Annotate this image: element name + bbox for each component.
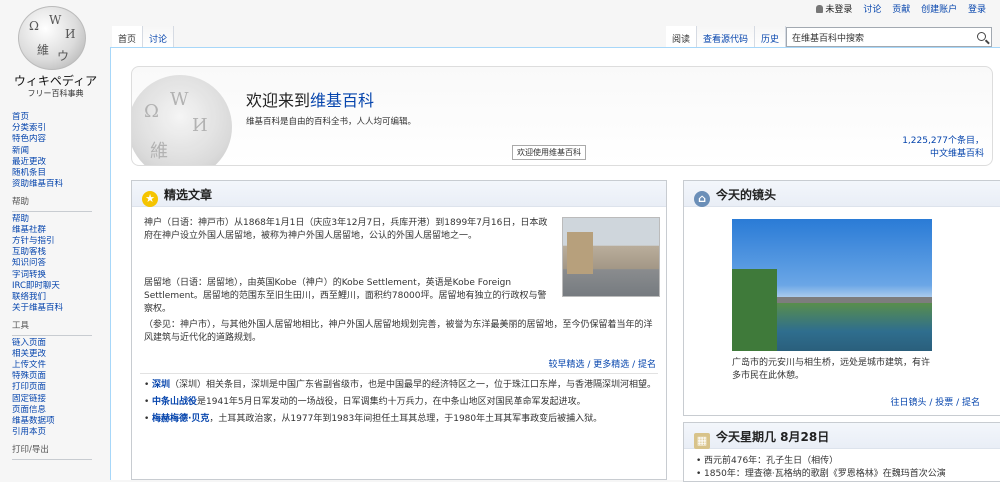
- globe-watermark-icon: Ω W И 維: [132, 75, 232, 165]
- sidebar-item[interactable]: 页面信息: [12, 405, 110, 416]
- sidebar-item[interactable]: 帮助: [12, 214, 110, 225]
- list-item-link[interactable]: 中条山战役: [152, 397, 197, 407]
- sidebar-item[interactable]: 资助维基百科: [12, 179, 110, 190]
- featured-paragraph-2: 居留地（日语：居留地），由英国Kobe（神户）的Kobe Settlement，…: [144, 278, 547, 314]
- divider: [140, 373, 658, 374]
- picture-more-links[interactable]: 往日镜头 / 投票 / 提名: [890, 395, 980, 408]
- wikipedia-logo[interactable]: Ω W И 維 ウ ウィキペディア フリー百科事典: [0, 0, 110, 100]
- featured-paragraph-3: （参见：神户市），与其他外国人居留地相比，神户外国人居留地规划完善，被誉为东洋最…: [144, 320, 653, 343]
- sidebar: 首页 分类索引 特色内容 新闻 最近更改 随机条目 资助维基百科 帮助 帮助 维…: [0, 112, 110, 462]
- user-status: 未登录: [825, 5, 853, 15]
- login-link[interactable]: 登录: [968, 5, 986, 15]
- tab-talk[interactable]: 讨论: [143, 26, 175, 48]
- article-stats: 1,225,277个条目， 中文维基百科: [902, 135, 984, 161]
- list-item-text: ，土耳其政治家，从1977年到1983年间担任土耳其总理，于1980年土耳其军事…: [209, 414, 603, 424]
- sidebar-item[interactable]: 随机条目: [12, 168, 110, 179]
- list-item-text: 是1941年5月日军发动的一场战役，日军调集约十万兵力，在中条山地区对国民革命军…: [197, 397, 586, 407]
- tab-history[interactable]: 历史: [755, 26, 787, 48]
- search-icon[interactable]: [977, 32, 986, 41]
- logo-wordmark: ウィキペディア: [13, 74, 98, 88]
- welcome-heading: 欢迎来到维基百科: [246, 87, 374, 111]
- contributions-link[interactable]: 贡献: [892, 5, 910, 15]
- onthisday-list: 西元前476年：孔子生日（相传） 1850年：理查德·瓦格纳的歌剧《罗恩格林》在…: [696, 455, 996, 481]
- namespace-tabs: 首页 讨论: [112, 26, 175, 48]
- sidebar-item[interactable]: 相关更改: [12, 349, 110, 360]
- sidebar-section-tools: 工具: [12, 321, 110, 335]
- picture-of-day-box: ⌂ 今天的镜头 广岛市的元安川与相生桥，远处是城市建筑，有许多市民在此休憩。 往日…: [683, 180, 1000, 416]
- featured-title: 精选文章: [164, 188, 213, 202]
- sidebar-item[interactable]: 分类索引: [12, 123, 110, 134]
- sidebar-item[interactable]: 互助客栈: [12, 247, 110, 258]
- list-item: 梅赫梅德·贝克，土耳其政治家，从1977年到1983年间担任土耳其总理，于198…: [144, 413, 659, 426]
- onthisday-header: ▦ 今天星期几 8月28日: [684, 423, 1000, 449]
- view-tabs: 阅读 查看源代码 历史: [666, 26, 787, 48]
- list-item: 深圳（深圳）相关条目，深圳是中国广东省副省级市，也是中国最早的经济特区之一，位于…: [144, 379, 659, 392]
- featured-more-links[interactable]: 较早精选 / 更多精选 / 提名: [548, 357, 656, 370]
- calendar-icon: ▦: [694, 433, 710, 449]
- featured-header: ★ 精选文章: [132, 181, 666, 207]
- sidebar-item[interactable]: 首页: [12, 112, 110, 123]
- user-icon: [816, 5, 824, 13]
- list-item-link[interactable]: 深圳: [152, 380, 170, 390]
- sidebar-item[interactable]: 特殊页面: [12, 371, 110, 382]
- tab-view-source[interactable]: 查看源代码: [697, 26, 756, 48]
- landmark-icon: ⌂: [694, 191, 710, 207]
- sidebar-item[interactable]: 上传文件: [12, 360, 110, 371]
- featured-list: 深圳（深圳）相关条目，深圳是中国广东省副省级市，也是中国最早的经济特区之一，位于…: [144, 379, 659, 430]
- picture-of-day-image[interactable]: [732, 219, 932, 351]
- tab-main-page[interactable]: 首页: [112, 26, 144, 48]
- sidebar-item[interactable]: IRC即时聊天: [12, 281, 110, 292]
- main-content: Ω W И 維 欢迎来到维基百科 维基百科是自由的百科全书，人人均可编辑。 欢迎…: [110, 47, 1000, 482]
- article-count[interactable]: 1,225,277个条目，: [902, 135, 984, 148]
- sidebar-item[interactable]: 特色内容: [12, 134, 110, 145]
- featured-paragraph-1: 神户（日语：神戸市）从1868年1月1日（庆应3年12月7日，兵库开港）到189…: [144, 218, 548, 241]
- create-account-link[interactable]: 创建账户: [921, 5, 957, 15]
- sidebar-item[interactable]: 链入页面: [12, 338, 110, 349]
- welcome-subtitle: 维基百科是自由的百科全书，人人均可编辑。: [246, 117, 417, 127]
- picture-title: 今天的镜头: [716, 188, 777, 202]
- list-item-text: （深圳）相关条目，深圳是中国广东省副省级市，也是中国最早的经济特区之一，位于珠江…: [170, 380, 657, 390]
- sidebar-item[interactable]: 方针与指引: [12, 236, 110, 247]
- sidebar-item[interactable]: 引用本页: [12, 427, 110, 438]
- sidebar-item[interactable]: 维基社群: [12, 225, 110, 236]
- logo-tagline: フリー百科事典: [27, 89, 84, 98]
- featured-article-box: ★ 精选文章 神户（日语：神戸市）从1868年1月1日（庆应3年12月7日，兵库开…: [131, 180, 667, 480]
- sidebar-item[interactable]: 最近更改: [12, 157, 110, 168]
- personal-tools: 未登录 讨论 贡献 创建账户 登录: [816, 2, 986, 15]
- list-item: 西元前476年：孔子生日（相传）: [696, 455, 996, 468]
- sidebar-item[interactable]: 维基数据项: [12, 416, 110, 427]
- welcome-banner: Ω W И 維 欢迎来到维基百科 维基百科是自由的百科全书，人人均可编辑。 欢迎…: [131, 66, 993, 166]
- star-icon: ★: [142, 191, 158, 207]
- picture-header: ⌂ 今天的镜头: [684, 181, 1000, 207]
- sidebar-item[interactable]: 新闻: [12, 146, 110, 157]
- sidebar-nav: 首页 分类索引 特色内容 新闻 最近更改 随机条目 资助维基百科: [12, 112, 110, 190]
- list-item: 中条山战役是1941年5月日军发动的一场战役，日军调集约十万兵力，在中条山地区对…: [144, 396, 659, 409]
- featured-image[interactable]: [562, 217, 660, 297]
- welcome-link[interactable]: 维基百科: [310, 91, 374, 110]
- sidebar-section-print: 打印/导出: [12, 445, 110, 459]
- search-input[interactable]: [787, 28, 967, 46]
- sidebar-item[interactable]: 固定链接: [12, 394, 110, 405]
- onthisday-title: 今天星期几 8月28日: [716, 430, 830, 444]
- tab-read[interactable]: 阅读: [666, 26, 698, 48]
- globe-icon: Ω W И 維 ウ: [18, 6, 86, 70]
- picture-caption: 广岛市的元安川与相生桥，远处是城市建筑，有许多市民在此休憩。: [732, 358, 931, 381]
- sidebar-item[interactable]: 知识问答: [12, 258, 110, 269]
- sidebar-item[interactable]: 打印页面: [12, 382, 110, 393]
- search-box: [786, 27, 992, 47]
- sidebar-section-help: 帮助: [12, 197, 110, 211]
- welcome-prefix: 欢迎来到: [246, 91, 311, 110]
- sidebar-item[interactable]: 联络我们: [12, 292, 110, 303]
- sidebar-item[interactable]: 字词转换: [12, 270, 110, 281]
- on-this-day-box: ▦ 今天星期几 8月28日 西元前476年：孔子生日（相传） 1850年：理查德·…: [683, 422, 1000, 482]
- talk-link[interactable]: 讨论: [863, 5, 881, 15]
- list-item: 1850年：理查德·瓦格纳的歌剧《罗恩格林》在魏玛首次公演: [696, 468, 996, 481]
- wiki-language[interactable]: 中文维基百科: [902, 148, 984, 161]
- list-item-link[interactable]: 梅赫梅德·贝克: [152, 414, 209, 424]
- sidebar-item[interactable]: 关于维基百科: [12, 303, 110, 314]
- welcome-button[interactable]: 欢迎使用维基百科: [512, 145, 586, 160]
